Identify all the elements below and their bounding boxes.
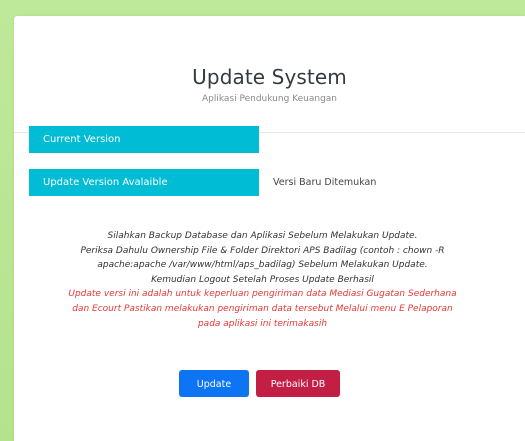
card-header: Update System Aplikasi Pendukung Keuanga… — [14, 16, 525, 133]
warning-line: Update versi ini adalah untuk keperluan … — [68, 289, 457, 300]
update-version-value: Versi Baru Ditemukan — [273, 177, 377, 188]
notice-line: Kemudian Logout Setelah Proses Update Be… — [151, 274, 374, 285]
update-version-label: Update Version Avalaible — [29, 169, 259, 196]
repair-db-button[interactable]: Perbaiki DB — [256, 370, 340, 397]
page-title: Update System — [192, 65, 347, 89]
update-button[interactable]: Update — [179, 370, 249, 397]
current-version-label: Current Version — [29, 126, 259, 153]
warning-line: pada aplikasi ini terimakasih — [197, 318, 328, 329]
notice-line: Silahkan Backup Database dan Aplikasi Se… — [107, 231, 418, 241]
notice-line: Periksa Dahulu Ownership File & Folder D… — [80, 245, 445, 256]
page-background: Update System Aplikasi Pendukung Keuanga… — [0, 0, 525, 441]
update-notice: Silahkan Backup Database dan Aplikasi Se… — [0, 229, 525, 331]
page-subtitle: Aplikasi Pendukung Keuangan — [201, 94, 338, 104]
warning-line: dan Ecourt Pastikan melakukan pengiriman… — [72, 303, 453, 314]
notice-line: apache:apache /var/www/html/aps_badilag)… — [97, 260, 428, 271]
